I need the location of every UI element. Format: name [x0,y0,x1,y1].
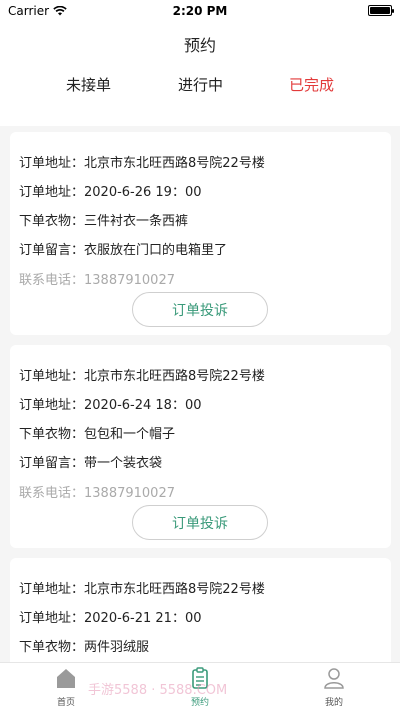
status-bar: Carrier 2:20 PM [0,0,400,22]
order-time: 订单地址：2020-6-21 21：00 [19,611,202,626]
tab-pending[interactable]: 未接单 [66,74,111,95]
tabbar-label: 我的 [324,698,343,708]
header: 预约 未接单 进行中 已完成 [0,22,400,126]
tabbar-label: 预约 [190,698,209,708]
clipboard-icon [192,667,208,689]
tabbar-label: 首页 [56,698,75,708]
page-title: 预约 [183,36,216,55]
order-note: 订单留言：衣服放在门口的电箱里了 [19,243,228,258]
tab-completed[interactable]: 已完成 [289,74,334,95]
order-card: 订单地址：北京市东北旺西路8号院22号楼 订单地址：2020-6-26 19：0… [10,132,391,335]
home-icon [57,669,75,688]
order-phone: 联系电话：13887910027 [19,273,175,288]
complain-button[interactable]: 订单投诉 [132,292,268,327]
status-time: 2:20 PM [172,4,228,18]
complain-button[interactable]: 订单投诉 [132,505,268,540]
user-icon [324,668,344,689]
order-status-tabs: 未接单 进行中 已完成 [0,74,400,98]
tab-in-progress[interactable]: 进行中 [178,74,223,95]
tabbar-item-orders[interactable]: 预约 [170,667,230,708]
tabbar-item-home[interactable]: 首页 [36,667,96,708]
bottom-tab-bar: 首页 预约 我的 [0,662,400,710]
order-time: 订单地址：2020-6-24 18：00 [19,398,202,413]
order-clothes: 下单衣物：两件羽绒服 [19,640,150,655]
order-clothes: 下单衣物：包包和一个帽子 [19,427,176,442]
order-card: 订单地址：北京市东北旺西路8号院22号楼 订单地址：2020-6-21 21：0… [10,558,391,678]
order-phone: 联系电话：13887910027 [19,486,175,501]
order-address: 订单地址：北京市东北旺西路8号院22号楼 [19,369,265,384]
order-card: 订单地址：北京市东北旺西路8号院22号楼 订单地址：2020-6-24 18：0… [10,345,391,548]
order-note: 订单留言：带一个装衣袋 [19,456,163,471]
battery-icon [368,5,394,16]
order-clothes: 下单衣物：三件衬衣一条西裤 [19,214,189,229]
order-time: 订单地址：2020-6-26 19：00 [19,185,202,200]
order-address: 订单地址：北京市东北旺西路8号院22号楼 [19,156,265,171]
order-address: 订单地址：北京市东北旺西路8号院22号楼 [19,582,265,597]
tabbar-item-mine[interactable]: 我的 [304,667,364,708]
